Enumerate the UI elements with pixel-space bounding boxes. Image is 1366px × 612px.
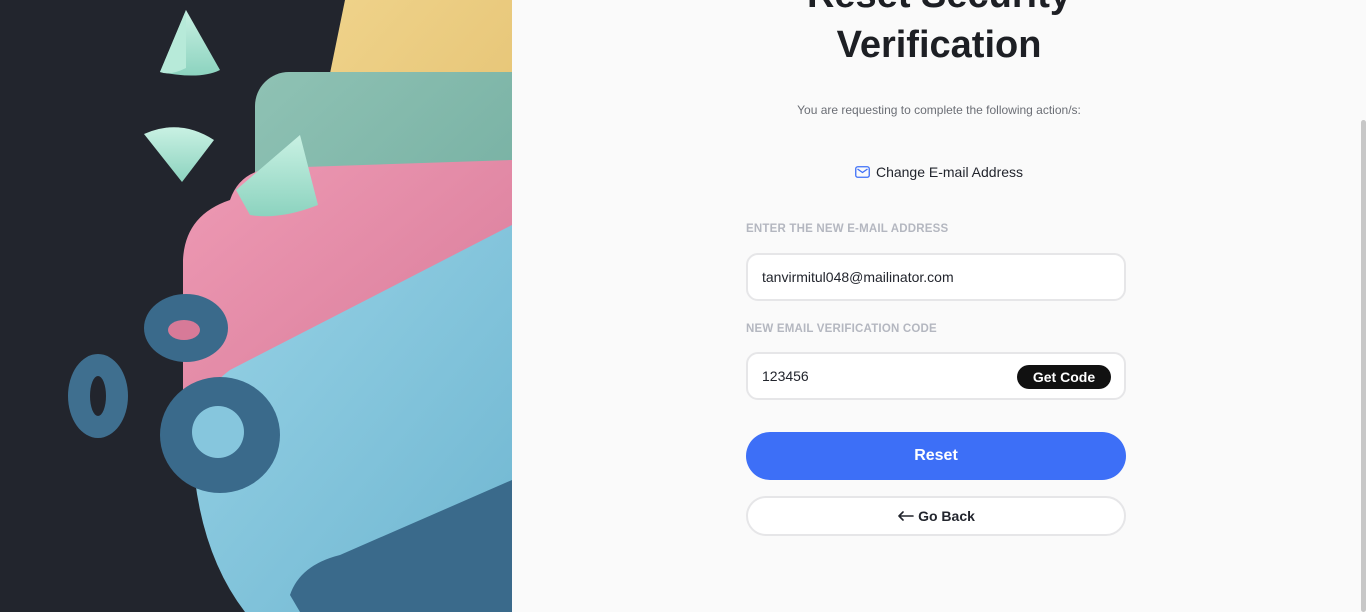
pyramid-middle bbox=[144, 127, 214, 182]
code-field-box: Get Code bbox=[746, 352, 1126, 400]
reset-button[interactable]: Reset bbox=[746, 432, 1126, 480]
illustration-panel bbox=[0, 0, 512, 612]
get-code-button[interactable]: Get Code bbox=[1017, 365, 1111, 389]
arrow-left-icon bbox=[897, 508, 914, 524]
verification-code-field[interactable] bbox=[762, 354, 1012, 398]
cards-illustration bbox=[68, 0, 512, 612]
scrollbar[interactable] bbox=[1361, 120, 1366, 612]
email-field[interactable] bbox=[762, 255, 1012, 299]
requested-action: Change E-mail Address bbox=[512, 164, 1366, 180]
ring-small bbox=[144, 294, 228, 362]
go-back-label: Go Back bbox=[918, 508, 975, 524]
go-back-button[interactable]: Go Back bbox=[746, 496, 1126, 536]
action-label: Change E-mail Address bbox=[875, 164, 1024, 180]
email-field-label: ENTER THE NEW E-MAIL ADDRESS bbox=[746, 223, 949, 235]
page-title-line1: Reset Security bbox=[512, 0, 1366, 20]
page-title-line2: Verification bbox=[836, 24, 1042, 66]
page-subtitle: You are requesting to complete the follo… bbox=[797, 103, 1081, 117]
code-field-label: NEW EMAIL VERIFICATION CODE bbox=[746, 323, 937, 335]
ring-large bbox=[160, 377, 280, 493]
email-field-box bbox=[746, 253, 1126, 301]
ring-left bbox=[68, 354, 128, 438]
pyramid-top bbox=[160, 10, 220, 76]
mail-icon bbox=[855, 166, 870, 178]
form-panel: Reset Security Verification You are requ… bbox=[512, 0, 1366, 612]
